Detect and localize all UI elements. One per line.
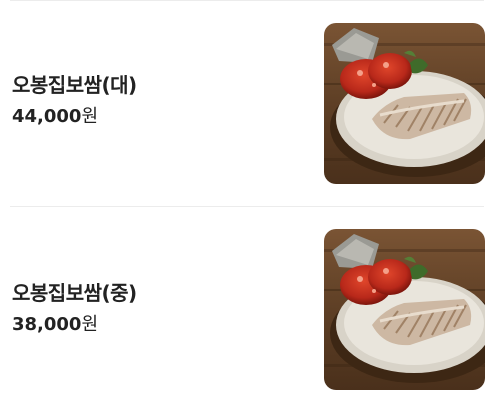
item-divider xyxy=(10,206,484,207)
menu-item-bossam-large[interactable]: 오봉집보쌈(대) 44,000원 xyxy=(0,20,494,190)
price-currency: 원 xyxy=(81,314,99,335)
menu-item-name: 오봉집보쌈(중) xyxy=(12,281,137,305)
price-value: 38,000 xyxy=(12,314,82,335)
menu-item-price: 38,000원 xyxy=(12,312,137,338)
top-divider xyxy=(10,0,484,1)
price-currency: 원 xyxy=(81,106,99,127)
menu-item-name: 오봉집보쌈(대) xyxy=(12,73,137,97)
menu-item-photo xyxy=(324,23,485,184)
menu-item-photo xyxy=(324,229,485,390)
menu-item-price: 44,000원 xyxy=(12,104,137,130)
menu-item-bossam-medium[interactable]: 오봉집보쌈(중) 38,000원 xyxy=(0,226,494,396)
menu-item-info: 오봉집보쌈(중) 38,000원 xyxy=(12,280,137,338)
menu-item-info: 오봉집보쌈(대) 44,000원 xyxy=(12,72,137,130)
price-value: 44,000 xyxy=(12,106,82,127)
